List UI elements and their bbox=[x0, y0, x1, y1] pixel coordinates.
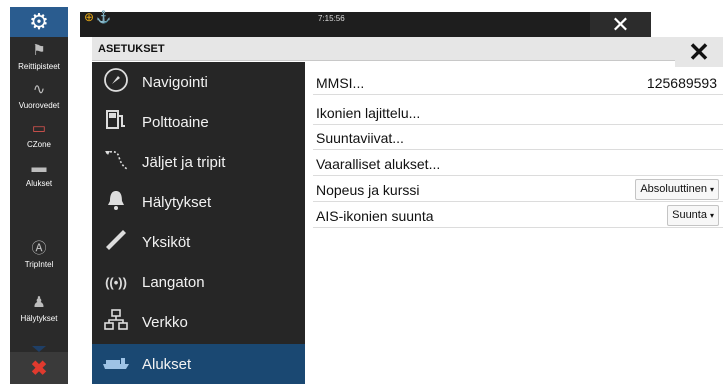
rail-item-czone[interactable]: ▭ CZone bbox=[10, 121, 68, 150]
setting-row-heading-lines[interactable]: Suuntaviivat... bbox=[313, 126, 723, 150]
menu-item-label: Alukset bbox=[142, 355, 192, 373]
setting-label: AIS-ikonien suunta bbox=[316, 208, 434, 224]
rail-item-label: Vuorovedet bbox=[18, 101, 60, 110]
vessels-icon: ▬ bbox=[31, 159, 47, 176]
dialog-title: ASETUKSET bbox=[98, 43, 165, 55]
menu-item-alarms[interactable]: Hälytykset bbox=[92, 182, 305, 222]
menu-item-units[interactable]: Yksiköt bbox=[92, 222, 305, 262]
left-rail: ⚑ Reittipisteet ∿ Vuorovedet ▭ CZone ▬ A… bbox=[10, 37, 68, 384]
tracks-icon bbox=[98, 147, 134, 178]
vessels-icon bbox=[98, 354, 134, 375]
settings-menu: Navigointi Polttoaine Jäljet ja tripit H… bbox=[92, 62, 305, 384]
setting-label: Ikonien lajittelu... bbox=[316, 105, 421, 121]
status-strip: ⊕⚓ 7:15:56 bbox=[80, 10, 651, 37]
close-x-icon: ✖ bbox=[30, 357, 48, 380]
dialog-header: ASETUKSET bbox=[92, 37, 723, 61]
menu-item-network[interactable]: Verkko bbox=[92, 302, 305, 342]
chevron-down-icon: ▾ bbox=[709, 211, 714, 220]
top-close-button[interactable]: ✕ bbox=[590, 12, 651, 37]
rail-item-label: Hälytykset bbox=[20, 314, 58, 323]
mmsi-value: 125689593 bbox=[646, 75, 717, 91]
setting-row-dangerous-vessels[interactable]: Vaaralliset alukset... bbox=[313, 152, 723, 176]
dialog-close-button[interactable]: ✕ bbox=[675, 37, 723, 67]
rail-item-alarms[interactable]: ♟ Hälytykset bbox=[10, 295, 68, 324]
menu-item-fuel[interactable]: Polttoaine bbox=[92, 102, 305, 142]
rail-item-vessels[interactable]: ▬ Alukset bbox=[10, 160, 68, 189]
rail-close-button[interactable]: ✖ bbox=[10, 352, 68, 384]
menu-item-tracks-trips[interactable]: Jäljet ja tripit bbox=[92, 142, 305, 182]
setting-label: MMSI... bbox=[316, 75, 365, 91]
ais-orientation-dropdown[interactable]: Suunta ▾ bbox=[667, 205, 719, 226]
gear-icon: ⚙ bbox=[29, 9, 49, 34]
tripintel-icon: Ⓐ bbox=[31, 240, 47, 257]
status-bar: ⚙ ⊕⚓ 7:15:56 ✕ bbox=[0, 0, 723, 37]
fuel-pump-icon bbox=[98, 108, 134, 137]
rail-item-label: CZone bbox=[26, 140, 51, 149]
compass-icon bbox=[98, 67, 134, 98]
setting-row-icon-sorting[interactable]: Ikonien lajittelu... bbox=[313, 101, 723, 125]
bell-icon: ♟ bbox=[32, 294, 46, 311]
dropdown-value: Absoluuttinen bbox=[640, 183, 707, 195]
wireless-icon: ((•)) bbox=[105, 274, 127, 290]
close-icon: ✕ bbox=[688, 37, 710, 67]
rail-item-label: Alukset bbox=[25, 179, 53, 188]
menu-item-label: Polttoaine bbox=[142, 113, 209, 131]
flag-icon: ⚑ bbox=[32, 42, 46, 59]
menu-item-label: Hälytykset bbox=[142, 193, 212, 211]
close-icon: ✕ bbox=[611, 11, 630, 37]
setting-row-speed-course: Nopeus ja kurssi Absoluuttinen ▾ bbox=[313, 178, 723, 202]
setting-label: Vaaralliset alukset... bbox=[316, 156, 441, 172]
settings-dialog: ASETUKSET ✕ Navigointi Polttoaine Jäljet… bbox=[92, 37, 723, 384]
settings-tab[interactable]: ⚙ bbox=[10, 7, 68, 37]
setting-label: Suuntaviivat... bbox=[316, 130, 404, 146]
setting-row-ais-icon-orientation: AIS-ikonien suunta Suunta ▾ bbox=[313, 204, 723, 228]
menu-item-label: Navigointi bbox=[142, 73, 208, 91]
setting-row-mmsi[interactable]: MMSI... 125689593 bbox=[313, 71, 723, 95]
menu-item-label: Yksiköt bbox=[142, 233, 191, 251]
menu-item-vessels[interactable]: Alukset bbox=[92, 344, 305, 384]
menu-item-label: Langaton bbox=[142, 273, 205, 291]
clock-time: 7:15:56 bbox=[318, 14, 345, 23]
rail-item-label: Reittipisteet bbox=[18, 62, 60, 71]
setting-label: Nopeus ja kurssi bbox=[316, 182, 420, 198]
menu-item-label: Jäljet ja tripit bbox=[142, 153, 226, 171]
rail-item-tripintel[interactable]: Ⓐ TripIntel bbox=[10, 241, 68, 270]
menu-item-navigation[interactable]: Navigointi bbox=[92, 62, 305, 102]
rail-item-tides[interactable]: ∿ Vuorovedet bbox=[10, 82, 68, 111]
dropdown-value: Suunta bbox=[672, 209, 707, 221]
rail-item-label: TripIntel bbox=[24, 260, 54, 269]
ruler-icon bbox=[98, 227, 134, 258]
bell-icon bbox=[98, 188, 134, 217]
speed-course-dropdown[interactable]: Absoluuttinen ▾ bbox=[635, 179, 719, 200]
network-icon bbox=[98, 308, 134, 337]
czone-icon: ▭ bbox=[31, 120, 47, 137]
status-indicators: ⊕⚓ bbox=[84, 10, 113, 24]
rail-item-waypoints[interactable]: ⚑ Reittipisteet bbox=[10, 43, 68, 72]
menu-item-label: Verkko bbox=[142, 313, 188, 331]
chevron-down-icon: ▾ bbox=[709, 185, 714, 194]
tide-wave-icon: ∿ bbox=[32, 81, 46, 98]
menu-item-wireless[interactable]: ((•)) Langaton bbox=[92, 262, 305, 302]
